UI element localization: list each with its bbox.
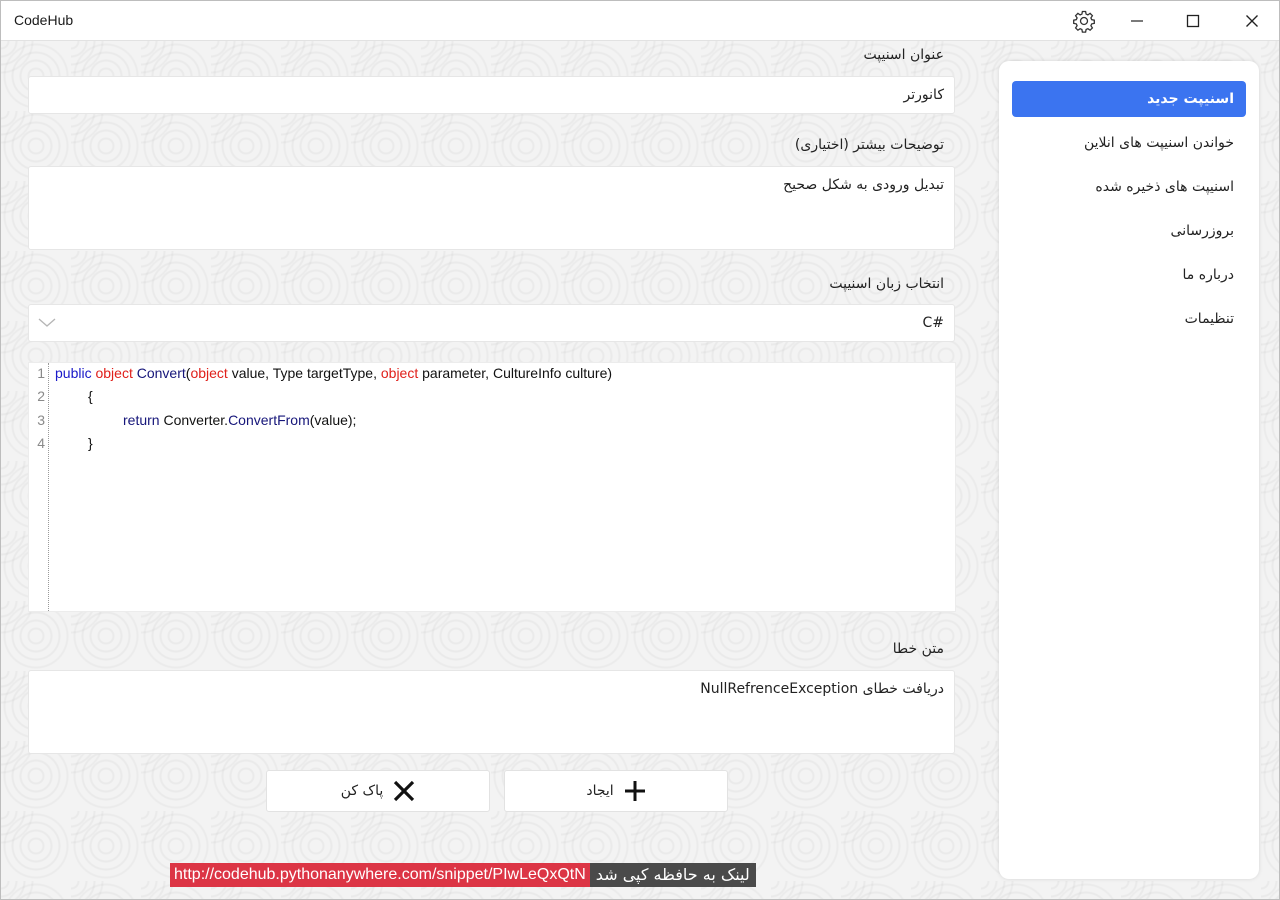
line-number: 2 <box>37 388 45 404</box>
app-window: CodeHub اسنیپت جدید خواندن اسنیپت های ان… <box>0 0 1280 900</box>
error-value: دریافت خطای NullRefrenceException <box>700 681 944 697</box>
maximize-button[interactable] <box>1170 1 1216 40</box>
snippet-title-value: کانورتر <box>903 87 944 103</box>
clear-button[interactable]: پاک کن <box>266 770 490 812</box>
description-value: تبدیل ورودی به شکل صحیح <box>783 177 944 193</box>
language-value: C# <box>922 315 944 331</box>
minimize-icon <box>1131 19 1143 22</box>
description-textarea[interactable]: تبدیل ورودی به شکل صحیح <box>28 166 955 250</box>
snippet-title-label: عنوان اسنیپت <box>863 47 944 63</box>
error-text-label: متن خطا <box>892 641 944 657</box>
error-textarea[interactable]: دریافت خطای NullRefrenceException <box>28 670 955 754</box>
close-icon <box>1246 14 1258 27</box>
sidebar-item-online-snippets[interactable]: خواندن اسنیپت های انلاین <box>1012 125 1246 161</box>
description-label: توضیحات بیشتر (اختیاری) <box>794 137 944 153</box>
create-button[interactable]: ایجاد <box>504 770 728 812</box>
code-line-1: public object Convert(object value, Type… <box>55 365 613 381</box>
gear-icon <box>1073 10 1095 33</box>
code-line-4: } <box>88 435 93 451</box>
line-number-gutter: 1 2 3 4 <box>29 363 49 611</box>
code-line-3: return Converter.ConvertFrom(value); <box>123 412 357 428</box>
title-bar: CodeHub <box>1 1 1279 41</box>
toast-message: لینک به حافظه کپی شد <box>589 863 756 887</box>
sidebar-item-new-snippet[interactable]: اسنیپت جدید <box>1012 81 1246 117</box>
plus-icon <box>624 781 645 801</box>
snippet-title-input[interactable]: کانورتر <box>28 76 955 114</box>
chevron-down-icon <box>38 318 56 327</box>
maximize-icon <box>1186 14 1200 27</box>
clear-button-label: پاک کن <box>340 783 384 799</box>
sidebar-item-about[interactable]: درباره ما <box>1012 257 1246 293</box>
sidebar-item-saved-snippets[interactable]: اسنیپت های ذخیره شده <box>1012 169 1246 205</box>
copy-toast: http://codehub.pythonanywhere.com/snippe… <box>170 863 756 887</box>
code-line-2: { <box>88 388 93 404</box>
toast-url[interactable]: http://codehub.pythonanywhere.com/snippe… <box>170 863 590 887</box>
language-label: انتخاب زبان اسنیپت <box>829 276 944 292</box>
sidebar-item-settings[interactable]: تنظیمات <box>1012 301 1246 337</box>
create-button-label: ایجاد <box>586 783 614 799</box>
close-button[interactable] <box>1229 1 1275 40</box>
language-select[interactable]: C# <box>28 304 955 342</box>
sidebar: اسنیپت جدید خواندن اسنیپت های انلاین اسن… <box>999 61 1259 879</box>
settings-button[interactable] <box>1061 1 1107 40</box>
line-number: 1 <box>37 365 45 381</box>
x-icon <box>394 780 415 802</box>
code-editor[interactable]: 1 2 3 4 public object Convert(object val… <box>28 362 956 612</box>
line-number: 3 <box>37 412 45 428</box>
minimize-button[interactable] <box>1114 1 1160 40</box>
sidebar-item-update[interactable]: بروزرسانی <box>1012 213 1246 249</box>
app-title: CodeHub <box>14 12 74 28</box>
line-number: 4 <box>37 435 45 451</box>
